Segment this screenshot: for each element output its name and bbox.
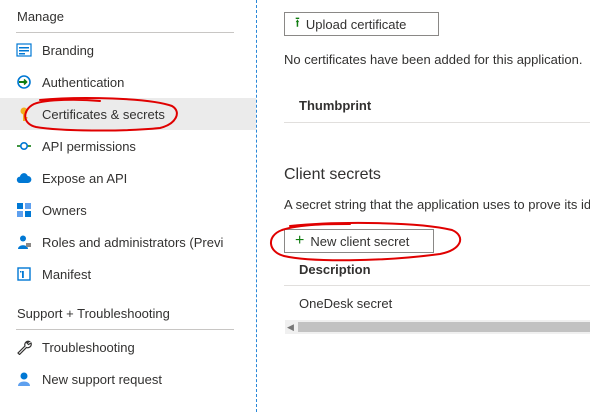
sidebar-item-owners[interactable]: Owners <box>0 194 256 226</box>
client-secrets-heading: Client secrets <box>284 166 381 183</box>
sidebar-item-label: Certificates & secrets <box>42 106 165 122</box>
upload-certificate-button[interactable]: ⭱ Upload certificate <box>284 12 439 36</box>
sidebar-item-manifest[interactable]: Manifest <box>0 258 256 290</box>
table-divider <box>284 285 590 286</box>
scrollbar-thumb[interactable] <box>298 322 590 332</box>
roles-icon <box>16 234 32 250</box>
upload-certificate-label: Upload certificate <box>305 16 407 32</box>
upload-arrow-icon: ⭱ <box>295 14 300 30</box>
sidebar-item-expose-api[interactable]: Expose an API <box>0 162 256 194</box>
sidebar-item-label: Owners <box>42 202 87 218</box>
manifest-icon <box>16 266 32 282</box>
wrench-icon <box>16 339 32 355</box>
client-secrets-description: A secret string that the application use… <box>284 197 590 212</box>
sidebar-item-branding[interactable]: Branding <box>0 34 256 66</box>
sidebar-item-label: New support request <box>42 371 162 387</box>
owners-icon <box>16 202 32 218</box>
sidebar-item-new-support-request[interactable]: New support request <box>0 363 256 395</box>
new-client-secret-button[interactable]: + New client secret <box>284 229 434 253</box>
sidebar-item-label: API permissions <box>42 138 136 154</box>
sidebar-item-label: Manifest <box>42 266 92 282</box>
no-certificates-message: No certificates have been added for this… <box>284 52 583 67</box>
support-person-icon <box>16 371 32 387</box>
sidebar-item-troubleshooting[interactable]: Troubleshooting <box>0 331 256 363</box>
section-divider <box>16 32 234 33</box>
plus-icon: + <box>295 232 305 249</box>
key-icon <box>16 106 32 122</box>
support-section-title: Support + Troubleshooting <box>17 306 170 321</box>
scroll-left-icon[interactable]: ◀ <box>287 322 297 332</box>
api-permissions-icon <box>16 138 32 154</box>
cloud-icon <box>16 170 32 186</box>
sidebar-item-label: Branding <box>42 42 95 58</box>
sidebar-item-certificates-secrets[interactable]: Certificates & secrets <box>0 98 256 130</box>
sidebar-item-label: Troubleshooting <box>42 339 135 355</box>
sidebar-item-roles-administrators[interactable]: Roles and administrators (Previ <box>0 226 256 258</box>
section-divider <box>16 329 234 330</box>
authentication-icon <box>16 74 32 90</box>
sidebar-item-label: Roles and administrators (Previ <box>42 234 224 250</box>
sidebar-splitter <box>256 0 257 412</box>
sidebar-item-authentication[interactable]: Authentication <box>0 66 256 98</box>
sidebar: Manage Branding Authentication Certifica… <box>0 0 258 412</box>
sidebar-item-api-permissions[interactable]: API permissions <box>0 130 256 162</box>
sidebar-item-label: Expose an API <box>42 170 128 186</box>
sidebar-item-label: Authentication <box>42 74 125 90</box>
table-divider <box>284 122 590 123</box>
new-client-secret-label: New client secret <box>310 233 410 249</box>
table-row: OneDesk secret <box>299 296 393 311</box>
manage-section-title: Manage <box>17 9 64 24</box>
horizontal-scrollbar[interactable]: ◀ <box>285 320 590 334</box>
thumbprint-column-header: Thumbprint <box>299 98 372 113</box>
description-column-header: Description <box>299 262 371 277</box>
branding-icon <box>16 42 32 58</box>
